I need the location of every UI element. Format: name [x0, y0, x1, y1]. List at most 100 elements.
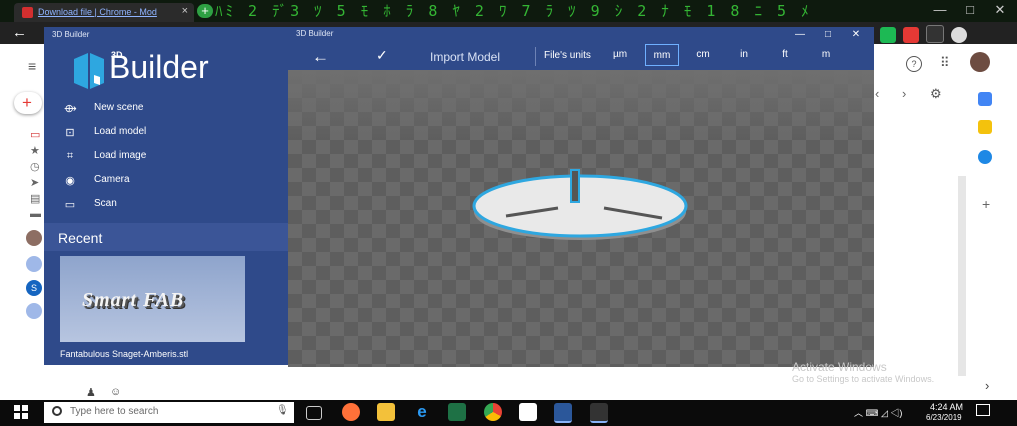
- menu-item-label: New scene: [94, 102, 144, 113]
- snoozed-icon[interactable]: ◷: [30, 160, 40, 173]
- settings-gear-icon[interactable]: ⚙: [930, 86, 942, 102]
- unit-micrometer-button[interactable]: µm: [603, 44, 637, 66]
- unit-centimeter-button[interactable]: cm: [686, 44, 720, 66]
- hangout-avatar-1[interactable]: [26, 230, 42, 246]
- starred-icon[interactable]: ★: [30, 144, 40, 157]
- main-window-title: 3D Builder: [296, 29, 334, 38]
- toolbar-divider: [535, 47, 536, 66]
- task-view-icon[interactable]: [306, 406, 322, 420]
- main-menu-icon[interactable]: ≡: [28, 58, 36, 74]
- maximize-button[interactable]: □: [814, 27, 842, 42]
- chat-icon[interactable]: ☺: [110, 386, 121, 398]
- store-icon[interactable]: [519, 403, 537, 421]
- import-model-label: Import Model: [430, 50, 501, 64]
- add-addon-icon[interactable]: +: [982, 196, 990, 212]
- recent-file-name[interactable]: Fantabulous Snaget-Amberis.stl: [60, 349, 188, 359]
- minimize-button[interactable]: —: [786, 27, 814, 42]
- excel-icon[interactable]: [448, 403, 466, 421]
- camera-icon: ◉: [65, 175, 75, 187]
- hangout-avatar-4[interactable]: [26, 303, 42, 319]
- unit-inch-button[interactable]: in: [727, 44, 761, 66]
- extension-red-icon[interactable]: [903, 27, 920, 43]
- viewport-fog: [288, 70, 874, 140]
- logo-builder-text: Builder: [109, 49, 209, 85]
- edge-icon[interactable]: e: [413, 403, 431, 421]
- gmail-favicon-icon: [22, 7, 33, 18]
- browser-maximize-button[interactable]: □: [955, 0, 985, 20]
- calendar-icon[interactable]: [978, 92, 992, 106]
- profile-avatar-icon[interactable]: [951, 27, 968, 43]
- firefox-icon[interactable]: [342, 403, 360, 421]
- compose-button[interactable]: +: [14, 92, 42, 114]
- expand-panel-chevron-icon[interactable]: ›: [985, 378, 989, 393]
- compose-plus-icon: +: [22, 93, 32, 112]
- browser-back-button[interactable]: ←: [12, 24, 27, 41]
- prev-page-icon[interactable]: ‹: [875, 86, 879, 101]
- sent-icon[interactable]: ➤: [30, 176, 40, 189]
- drafts-icon[interactable]: ▤: [30, 192, 40, 205]
- activate-windows-subtitle: Go to Settings to activate Windows.: [792, 374, 935, 384]
- browser-tab[interactable]: Download file | Chrome - Mod ×: [14, 3, 194, 22]
- wallpaper-matrix-text: ﾊﾐ 2 ﾃﾞ3 ﾂ 5 ﾓ ﾎ ﾗ 8 ﾔ 2 ﾜ 7 ﾗ ﾂ 9 ｼ 2 ﾅ…: [215, 2, 812, 20]
- page-scrollbar[interactable]: [958, 176, 966, 376]
- menu-load-image[interactable]: ⌗ Load image: [44, 146, 288, 168]
- new-tab-button[interactable]: +: [197, 4, 213, 18]
- browser-close-button[interactable]: ✕: [985, 0, 1015, 20]
- label-icon[interactable]: ▬: [30, 208, 41, 220]
- menu-scan[interactable]: ▭ Scan: [44, 194, 288, 216]
- 3d-builder-taskbar-icon[interactable]: [590, 403, 608, 423]
- menu-item-label: Scan: [94, 198, 117, 209]
- account-avatar[interactable]: [970, 52, 990, 72]
- extension-c-icon[interactable]: [926, 25, 945, 43]
- new-scene-icon: ⟴: [64, 103, 77, 115]
- microphone-icon[interactable]: 🎙: [276, 405, 289, 416]
- unit-foot-button[interactable]: ft: [768, 44, 802, 66]
- sidebar-window-title: 3D Builder: [52, 30, 90, 39]
- hangout-avatar-3[interactable]: S: [26, 280, 42, 296]
- menu-item-label: Load model: [94, 126, 147, 137]
- files-units-label: File's units: [544, 50, 591, 61]
- notifications-icon[interactable]: [976, 404, 990, 416]
- imported-disc-model[interactable]: [466, 166, 696, 246]
- builder-logo-icon: [74, 53, 104, 89]
- thumbnail-model-text: Smart FAB: [82, 289, 185, 311]
- unit-millimeter-button[interactable]: mm: [645, 44, 679, 66]
- back-arrow-icon[interactable]: ←: [312, 47, 329, 67]
- search-icon: [52, 406, 62, 416]
- tasks-icon[interactable]: [978, 150, 992, 164]
- extension-green-icon[interactable]: [880, 27, 896, 43]
- menu-camera[interactable]: ◉ Camera: [44, 170, 288, 192]
- confirm-check-icon[interactable]: ✓: [376, 47, 388, 64]
- word-icon[interactable]: [554, 403, 572, 423]
- system-tray[interactable]: ︿ ⌨ ◿ ◁): [854, 406, 902, 419]
- search-placeholder: Type here to search: [70, 406, 159, 417]
- load-model-icon: ⊡: [65, 127, 75, 139]
- hangout-avatar-2[interactable]: [26, 256, 42, 272]
- extension-icons: [880, 25, 971, 43]
- keep-icon[interactable]: [978, 120, 992, 134]
- menu-load-model[interactable]: ⊡ Load model: [44, 122, 288, 144]
- help-icon[interactable]: ?: [906, 56, 922, 72]
- inbox-icon[interactable]: ▭: [30, 128, 40, 141]
- scan-icon: ▭: [64, 199, 76, 211]
- activate-windows-title: Activate Windows: [792, 360, 887, 374]
- menu-item-label: Load image: [94, 150, 147, 161]
- windows-start-icon[interactable]: [14, 405, 28, 419]
- builder-sidebar-window: 3D Builder 3D Builder ⟴ New scene ⊡ Load…: [44, 27, 288, 365]
- next-page-icon[interactable]: ›: [902, 86, 906, 101]
- chrome-icon[interactable]: [484, 403, 502, 421]
- menu-new-scene[interactable]: ⟴ New scene: [44, 98, 288, 120]
- load-image-icon: ⌗: [66, 150, 74, 162]
- browser-minimize-button[interactable]: —: [925, 0, 955, 20]
- unit-meter-button[interactable]: m: [809, 44, 843, 66]
- contacts-icon[interactable]: ♟: [86, 386, 96, 399]
- clock-date[interactable]: 6/23/2019: [926, 413, 962, 422]
- file-explorer-icon[interactable]: [377, 403, 395, 421]
- browser-tab-title: Download file | Chrome - Mod: [38, 7, 157, 17]
- close-button[interactable]: ✕: [842, 27, 870, 42]
- tab-close-icon[interactable]: ×: [182, 5, 188, 17]
- recent-heading: Recent: [58, 230, 103, 246]
- apps-grid-icon[interactable]: ⠿: [940, 55, 950, 71]
- menu-item-label: Camera: [94, 174, 130, 185]
- clock-time[interactable]: 4:24 AM: [930, 402, 963, 412]
